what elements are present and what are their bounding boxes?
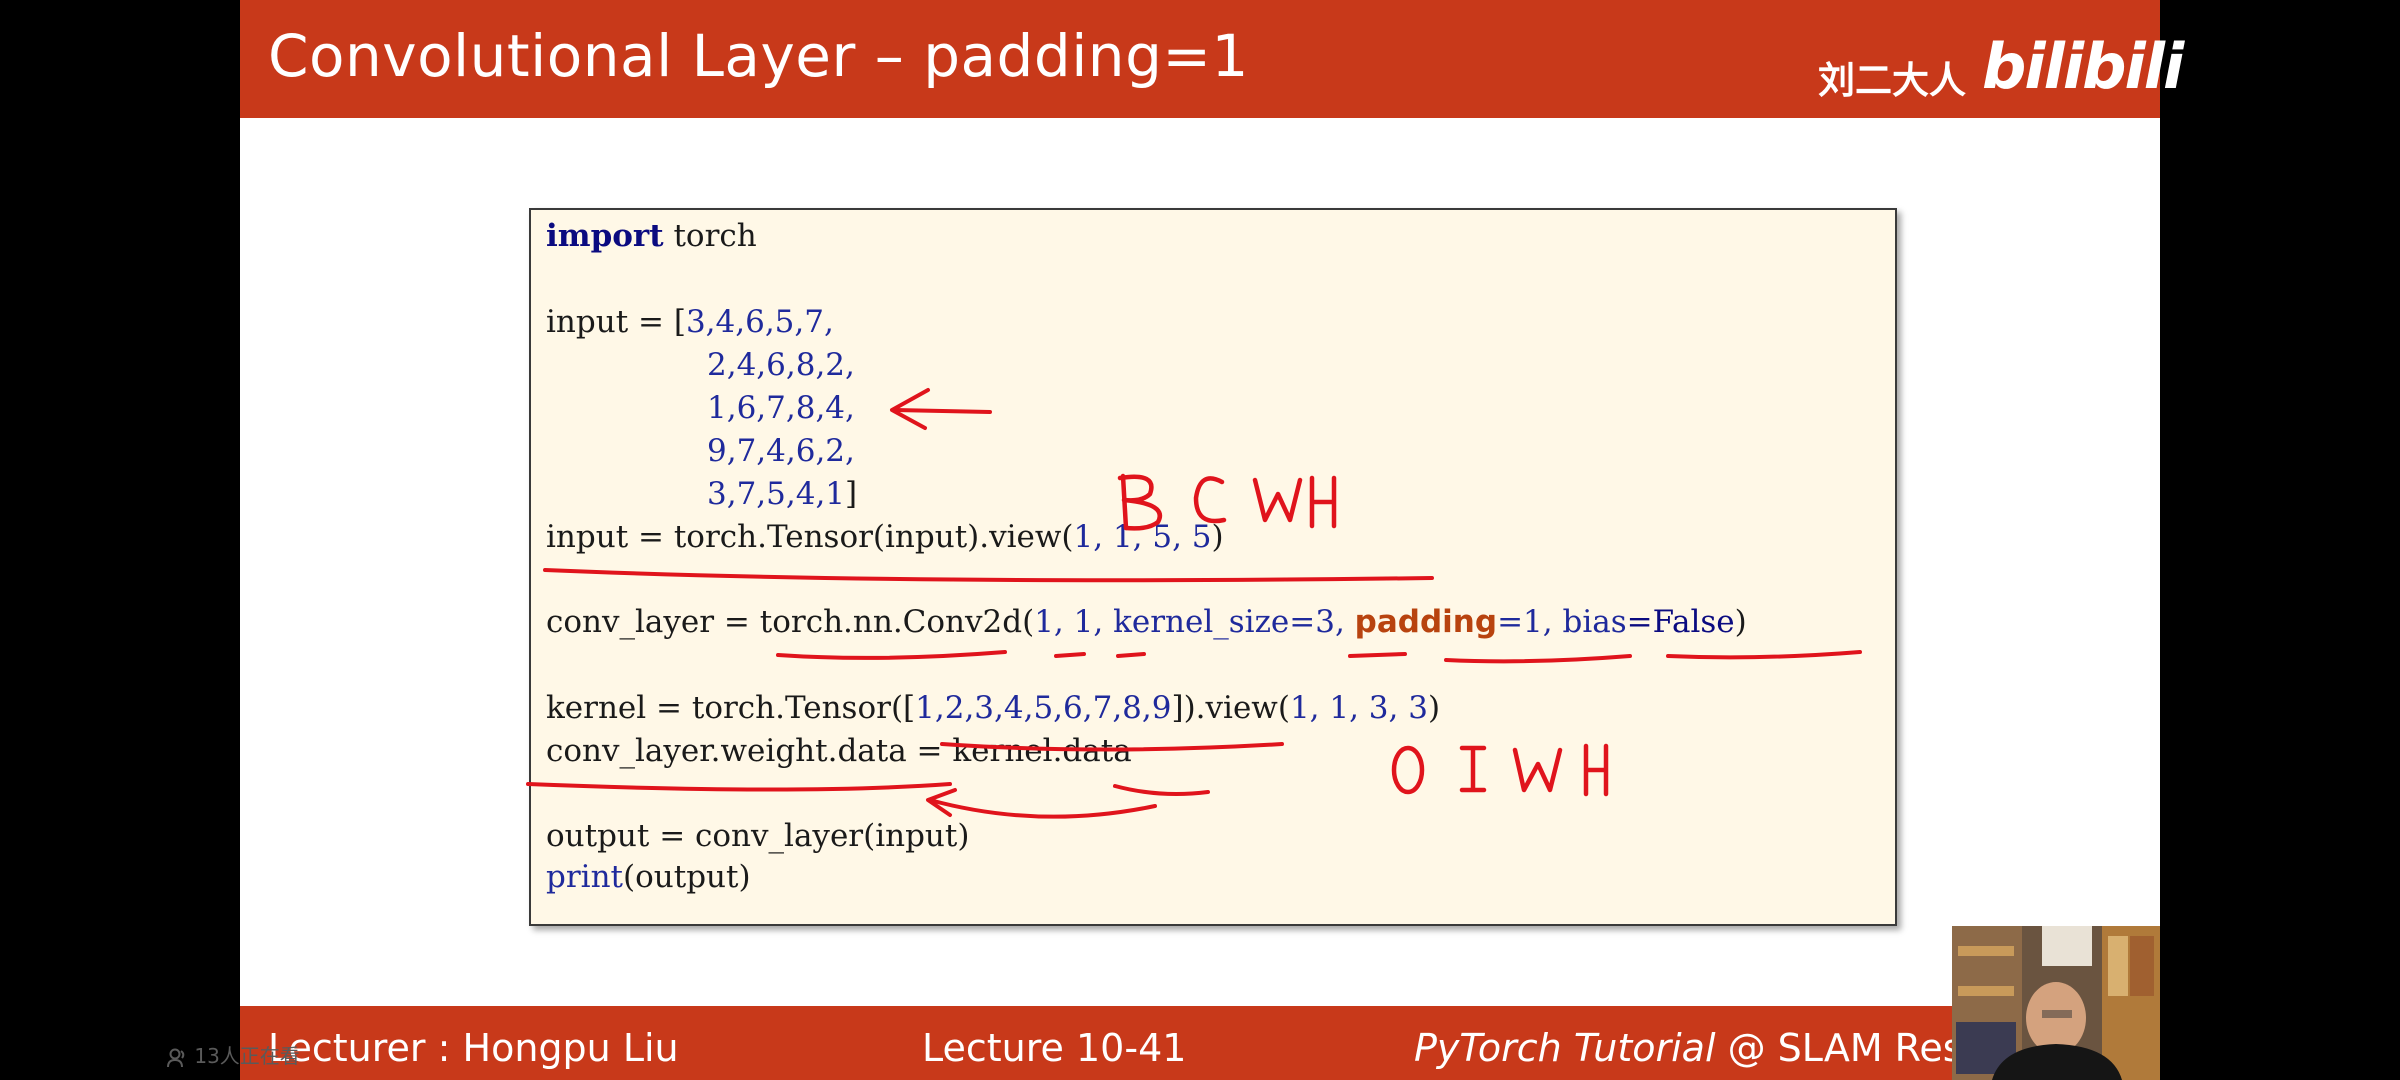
footer-course: PyTorch Tutorial @ SLAM Resea — [1414, 1026, 2010, 1070]
code-line-conv-layer: conv_layer = torch.nn.Conv2d(1, 1, kerne… — [546, 604, 1747, 640]
code-line-weight-assign: conv_layer.weight.data = kernel.data — [546, 733, 1132, 769]
code-line-kernel: kernel = torch.Tensor([1,2,3,4,5,6,7,8,9… — [546, 690, 1441, 726]
bilibili-logo: bilibili — [1982, 30, 2184, 103]
footer-lecturer: Lecturer : Hongpu Liu — [268, 1026, 679, 1070]
slide-footer: Lecturer : Hongpu Liu Lecture 10-41 PyTo… — [240, 1006, 2160, 1080]
footer-lecture-number: Lecture 10-41 — [922, 1026, 1187, 1070]
code-line-input-view: input = torch.Tensor(input).view(1, 1, 5… — [546, 519, 1224, 555]
code-line-print: print(output) — [546, 859, 751, 895]
code-line-output: output = conv_layer(input) — [546, 818, 970, 854]
webcam-image — [1952, 926, 2160, 1080]
code-block: import torch input = [3,4,6,5,7, 2,4,6,8… — [529, 208, 1897, 926]
channel-name: 刘二大人 — [1818, 59, 1966, 102]
code-line-input-def: input = [3,4,6,5,7, — [546, 304, 834, 340]
lecturer-webcam — [1952, 926, 2160, 1080]
slide-title: Convolutional Layer – padding=1 — [268, 22, 1249, 90]
slide-title-bar: Convolutional Layer – padding=1 刘二大人 bil… — [240, 0, 2184, 118]
code-line-input-row4: 9,7,4,6,2, — [707, 433, 855, 469]
code-line-input-row5: 3,7,5,4,1] — [707, 476, 858, 512]
code-line-input-row2: 2,4,6,8,2, — [707, 347, 855, 383]
code-line-input-row3: 1,6,7,8,4, — [707, 390, 855, 426]
viewer-count: 13人正在看 — [166, 1040, 300, 1069]
padding-keyword: padding — [1354, 604, 1498, 640]
code-line-import: import torch — [546, 218, 757, 254]
viewers-icon — [167, 1048, 185, 1067]
lecture-slide: Convolutional Layer – padding=1 刘二大人 bil… — [240, 0, 2184, 1080]
video-player-stage[interactable]: Convolutional Layer – padding=1 刘二大人 bil… — [0, 0, 2400, 1080]
